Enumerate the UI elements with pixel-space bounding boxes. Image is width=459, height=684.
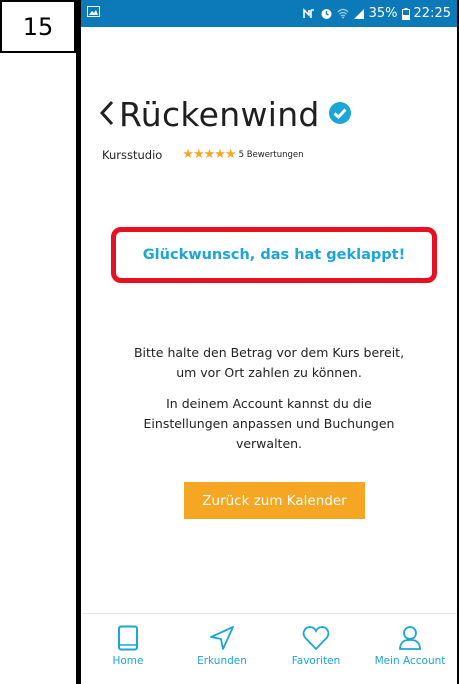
- nav-item-erkunden[interactable]: Erkunden: [180, 614, 265, 684]
- chevron-left-icon[interactable]: [99, 98, 115, 132]
- nav-label-favoriten: Favoriten: [291, 655, 341, 667]
- step-number: 15: [22, 12, 54, 41]
- back-to-calendar-button[interactable]: Zurück zum Kalender: [184, 482, 365, 519]
- navigation-arrow-icon: [209, 625, 235, 655]
- success-message-box: Glückwunsch, das hat geklappt!: [111, 227, 437, 283]
- battery-icon: [401, 7, 410, 20]
- success-headline: Glückwunsch, das hat geklappt!: [142, 247, 406, 263]
- title-row: Rückenwind: [99, 95, 352, 134]
- clock: 22:25: [413, 6, 451, 21]
- review-count[interactable]: 5 Bewertungen: [239, 150, 304, 160]
- nav-label-erkunden: Erkunden: [197, 655, 247, 667]
- verified-check-icon: [328, 101, 352, 129]
- signal-icon: [353, 8, 365, 19]
- nav-item-home[interactable]: Home: [86, 614, 171, 684]
- phone-screen: 35% 22:25 Rückenwind Kursstudio ★★★★★ 5 …: [76, 0, 459, 684]
- studio-title: Rückenwind: [119, 95, 320, 134]
- nav-label-mein-account: Mein Account: [374, 655, 446, 667]
- image-notification-icon: [87, 6, 100, 21]
- tablet-icon: [117, 625, 139, 655]
- user-icon: [398, 625, 422, 655]
- nav-item-favoriten[interactable]: Favoriten: [274, 614, 359, 684]
- battery-percent: 35%: [368, 6, 398, 21]
- studio-category: Kursstudio: [102, 147, 163, 162]
- nfc-icon: [302, 7, 316, 20]
- nav-label-home: Home: [112, 655, 144, 667]
- wifi-icon: [337, 8, 349, 19]
- star-rating: ★★★★★: [182, 147, 236, 162]
- status-bar: 35% 22:25: [81, 0, 457, 27]
- payment-info-text: Bitte halte den Betrag vor dem Kurs bere…: [133, 345, 405, 380]
- step-number-box: 15: [0, 0, 76, 53]
- nav-item-mein-account[interactable]: Mein Account: [368, 614, 453, 684]
- alarm-icon: [320, 7, 333, 20]
- heart-icon: [302, 625, 330, 655]
- bottom-navigation: Home Erkunden Favoriten Mein Account: [81, 613, 457, 684]
- studio-meta: Kursstudio ★★★★★ 5 Bewertungen: [102, 147, 304, 162]
- account-info-text: In deinem Account kannst du die Einstell…: [143, 396, 395, 451]
